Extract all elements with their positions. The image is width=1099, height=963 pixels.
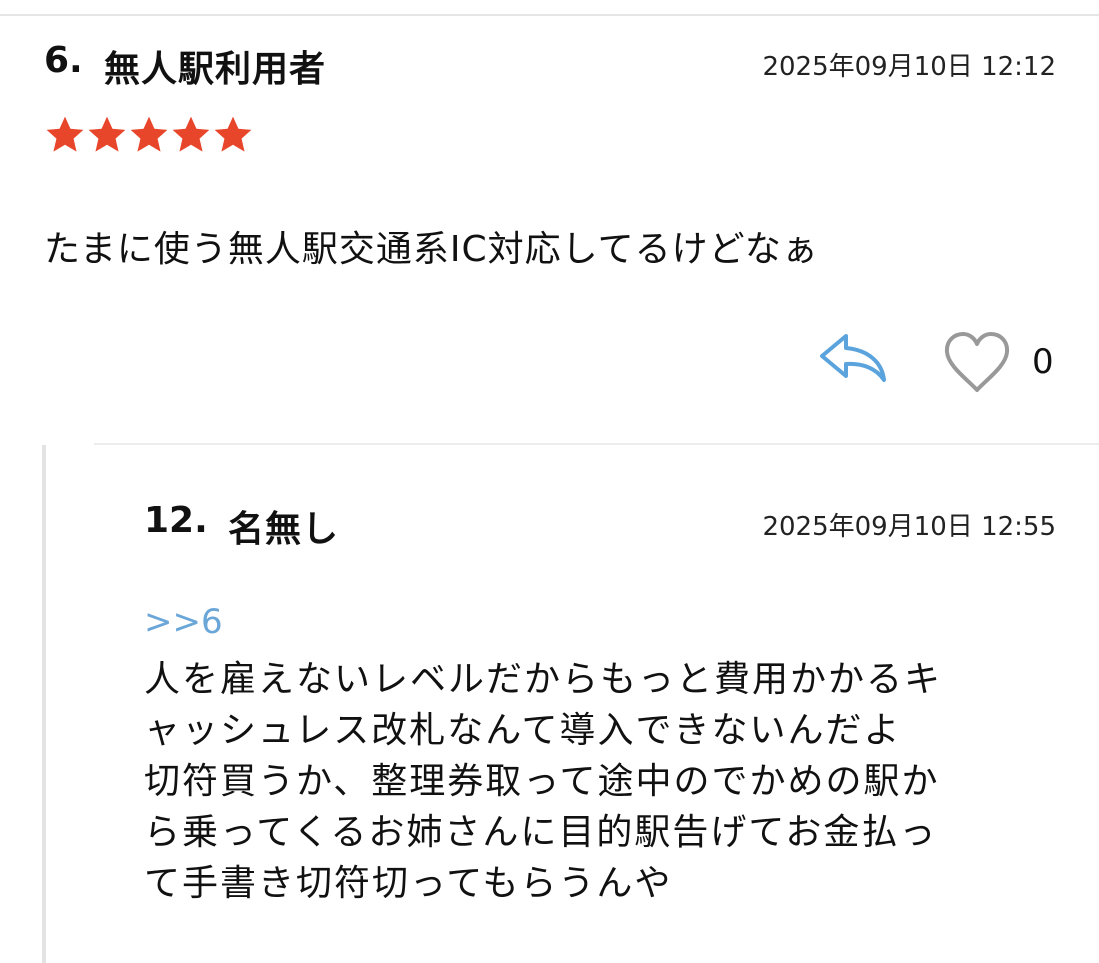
star-icon bbox=[46, 116, 84, 152]
post-header: 6. 無人駅利用者 2025年09月10日 12:12 bbox=[44, 38, 1056, 90]
like-count: 0 bbox=[1032, 342, 1054, 382]
heart-icon bbox=[944, 332, 1010, 392]
reply-body-line: ら乗ってくるお姉さんに目的駅告げてお金払っ bbox=[144, 812, 938, 853]
like-button[interactable] bbox=[942, 330, 1012, 396]
reply-body-line: 切符買うか、整理券取って途中のでかめの駅か bbox=[144, 761, 940, 802]
reply-arrow-icon bbox=[820, 334, 886, 382]
thread-indent-line bbox=[42, 445, 46, 963]
post-timestamp: 2025年09月10日 12:12 bbox=[762, 52, 1056, 82]
reply-author-name: 名無し bbox=[228, 509, 340, 550]
reply-anchor-link[interactable]: >>6 bbox=[144, 602, 223, 642]
star-icon bbox=[130, 116, 168, 152]
reply-timestamp: 2025年09月10日 12:55 bbox=[762, 512, 1056, 542]
reply-header: 12. 名無し 2025年09月10日 12:55 bbox=[144, 500, 1056, 550]
star-rating bbox=[44, 114, 254, 156]
reply-number: 12. bbox=[144, 500, 208, 541]
reply-body-line: て手書き切符切ってもらうんや bbox=[144, 863, 673, 904]
top-divider bbox=[0, 14, 1099, 16]
reply-divider bbox=[94, 443, 1099, 445]
post-author-name: 無人駅利用者 bbox=[104, 49, 327, 90]
reply-body-line: ャッシュレス改札なんて導入できないんだよ bbox=[144, 710, 902, 751]
reply-body-text: 人を雇えないレベルだからもっと費用かかるキ ャッシュレス改札なんて導入できないん… bbox=[144, 654, 1064, 909]
post-body-text: たまに使う無人駅交通系IC対応してるけどなぁ bbox=[44, 229, 819, 270]
reply-body-line: 人を雇えないレベルだからもっと費用かかるキ bbox=[144, 659, 943, 700]
reply-button[interactable] bbox=[816, 330, 890, 386]
star-icon bbox=[88, 116, 126, 152]
star-icon bbox=[214, 116, 252, 152]
star-icon bbox=[172, 116, 210, 152]
post-number: 6. bbox=[44, 40, 83, 81]
